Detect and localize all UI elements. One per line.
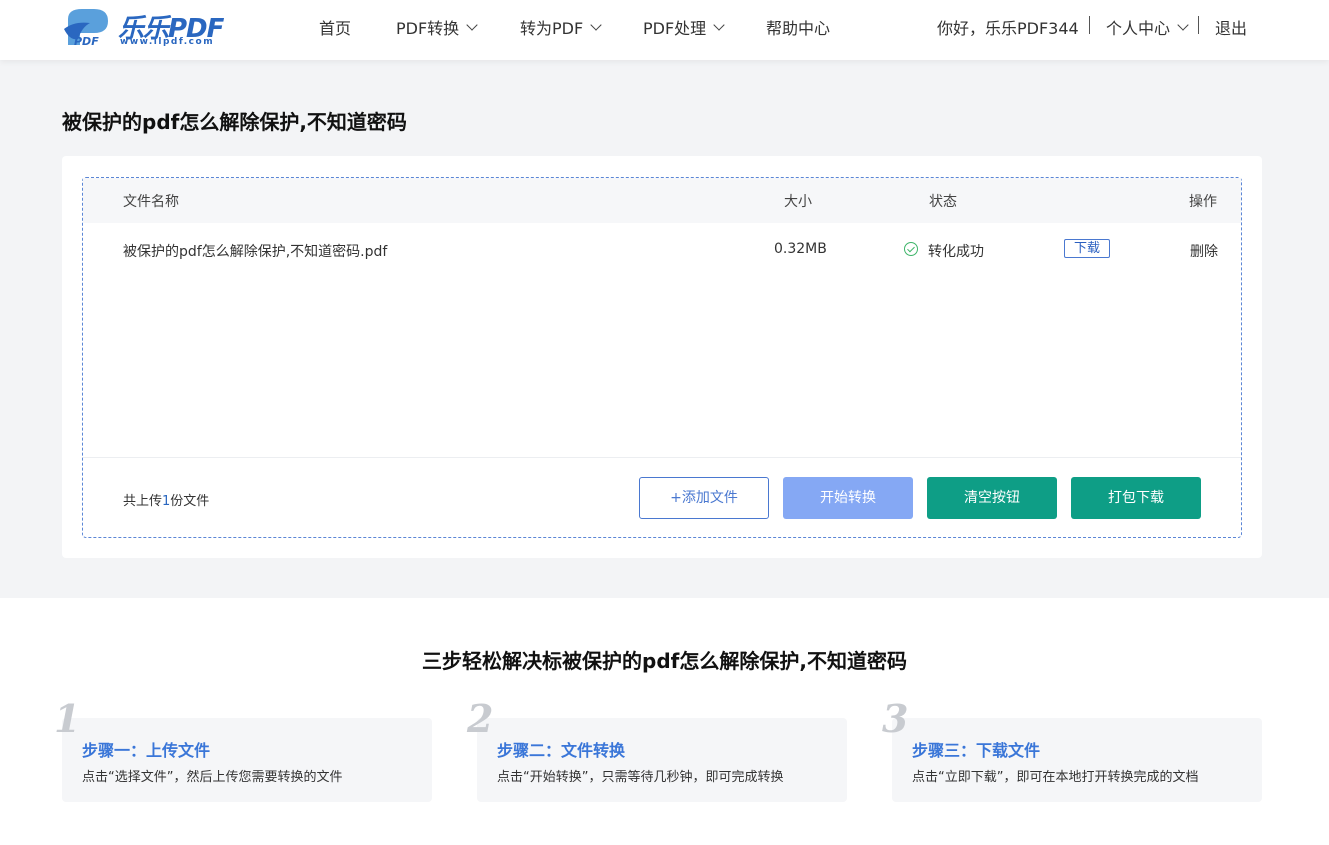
file-size: 0.32MB <box>774 241 827 257</box>
clear-button[interactable]: 清空按钮 <box>927 477 1057 519</box>
logo-url: www.llpdf.com <box>120 37 215 47</box>
logout-link[interactable]: 退出 <box>1215 15 1247 39</box>
top-navbar: PDF 乐乐PDF www.llpdf.com 首页 PDF转换 转为PDF P… <box>0 0 1329 60</box>
chevron-down-icon <box>1177 18 1189 31</box>
divider <box>1089 16 1090 34</box>
column-header-action: 操作 <box>1189 194 1217 210</box>
step-heading: 步骤一：上传文件 <box>82 741 211 760</box>
nav-help-center-label: 帮助中心 <box>766 19 831 38</box>
logo[interactable]: PDF 乐乐PDF www.llpdf.com <box>60 5 230 49</box>
nav-to-pdf-label: 转为PDF <box>520 19 584 38</box>
file-name: 被保护的pdf怎么解除保护,不知道密码.pdf <box>123 244 388 260</box>
step-number: 2 <box>467 696 494 741</box>
page-title: 被保护的pdf怎么解除保护,不知道密码 <box>62 110 407 134</box>
user-greeting: 你好，乐乐PDF344 <box>937 19 1079 38</box>
nav-home[interactable]: 首页 <box>319 15 351 39</box>
table-header <box>83 178 1241 223</box>
nav-help-center[interactable]: 帮助中心 <box>766 15 830 39</box>
file-status: 转化成功 <box>928 244 984 260</box>
step-number: 1 <box>54 696 81 741</box>
divider <box>83 457 1241 458</box>
nav-pdf-process-label: PDF处理 <box>643 19 707 38</box>
nav-to-pdf[interactable]: 转为PDF <box>520 15 602 39</box>
nav-home-label: 首页 <box>319 19 352 38</box>
user-center-menu[interactable]: 个人中心 <box>1106 15 1189 39</box>
step-description: 点击“开始转换”，只需等待几秒钟，即可完成转换 <box>497 770 784 785</box>
delete-link[interactable]: 删除 <box>1190 241 1218 261</box>
step-number: 3 <box>882 696 909 741</box>
upload-count: 共上传1份文件 <box>123 490 209 509</box>
steps-title: 三步轻松解决标被保护的pdf怎么解除保护,不知道密码 <box>422 649 907 673</box>
divider <box>1198 16 1199 34</box>
step-heading: 步骤二：文件转换 <box>497 741 626 760</box>
nav-pdf-convert[interactable]: PDF转换 <box>396 15 478 39</box>
user-center-label: 个人中心 <box>1106 19 1171 38</box>
step-description: 点击“选择文件”，然后上传您需要转换的文件 <box>82 770 343 785</box>
step-heading: 步骤三：下载文件 <box>912 741 1041 760</box>
nav-pdf-process[interactable]: PDF处理 <box>643 15 725 39</box>
upload-count-prefix: 共上传 <box>123 494 163 509</box>
column-header-status: 状态 <box>929 194 957 210</box>
check-circle-icon <box>904 242 918 256</box>
upload-count-suffix: 份文件 <box>170 494 210 509</box>
pack-download-button[interactable]: 打包下载 <box>1071 477 1201 519</box>
svg-text:PDF: PDF <box>74 35 99 47</box>
download-button[interactable]: 下载 <box>1064 239 1110 258</box>
nav-pdf-convert-label: PDF转换 <box>396 19 460 38</box>
chevron-down-icon <box>713 18 725 31</box>
chevron-down-icon <box>466 18 478 31</box>
add-file-button[interactable]: +添加文件 <box>639 477 769 519</box>
start-convert-button[interactable]: 开始转换 <box>783 477 913 519</box>
column-header-name: 文件名称 <box>123 194 179 210</box>
logo-mark-icon: PDF <box>64 9 108 47</box>
step-description: 点击“立即下载”，即可在本地打开转换完成的文档 <box>912 770 1199 785</box>
column-header-size: 大小 <box>784 194 812 210</box>
chevron-down-icon <box>590 18 602 31</box>
